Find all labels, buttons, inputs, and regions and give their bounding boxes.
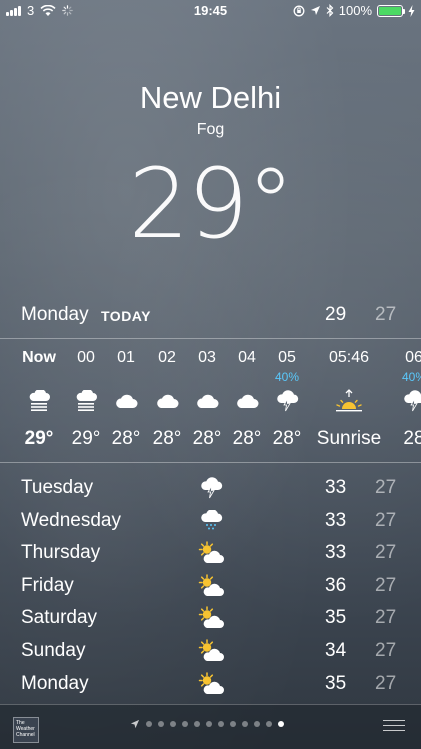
day-high: 36	[325, 574, 347, 596]
battery-percent: 100%	[338, 3, 372, 18]
page-dot[interactable]	[158, 721, 164, 727]
daily-row: Tuesday 33 27	[0, 472, 421, 505]
page-dot[interactable]	[218, 721, 224, 727]
day-low: 27	[375, 607, 397, 629]
divider	[0, 338, 421, 339]
partly-cloudy-icon	[196, 604, 226, 632]
city-list-icon[interactable]	[383, 720, 405, 734]
page-dot[interactable]	[254, 721, 260, 727]
rain-cloud-icon	[196, 507, 226, 535]
day-name: Tuesday	[21, 477, 94, 498]
daily-row: Monday 35 27	[0, 668, 421, 701]
daily-row: Friday 36 27	[0, 570, 421, 603]
day-high: 35	[325, 672, 347, 694]
city-name: New Delhi	[139, 80, 282, 115]
page-dot[interactable]	[194, 721, 200, 727]
daily-row: Sunday 34 27	[0, 635, 421, 668]
precip-chance: 40%	[401, 370, 421, 384]
page-dot[interactable]	[266, 721, 272, 727]
divider	[0, 462, 421, 463]
page-dot[interactable]	[230, 721, 236, 727]
status-bar: 3 19:45 100%	[0, 0, 421, 22]
day-name: Saturday	[21, 607, 98, 629]
daily-row: Thursday 33 27	[0, 537, 421, 570]
day-high: 33	[325, 509, 347, 531]
hour-temp: 28°	[272, 428, 302, 449]
rotation-lock-icon	[293, 5, 305, 16]
day-name: Friday	[21, 574, 74, 596]
day-name: Wednesday	[21, 509, 121, 531]
today-high: 29	[325, 304, 347, 325]
daily-row: Saturday 35 27	[0, 602, 421, 635]
battery-icon	[377, 4, 405, 17]
partly-cloudy-icon	[196, 637, 226, 665]
sunrise-icon	[313, 386, 385, 416]
today-day-name: Monday	[21, 304, 89, 325]
hour-label: 05:46	[328, 349, 370, 366]
precip-chance: 40%	[274, 370, 300, 384]
day-name: Thursday	[21, 542, 101, 564]
page-dot[interactable]	[182, 721, 188, 727]
day-name: Monday	[21, 672, 89, 694]
day-low: 27	[375, 672, 397, 694]
day-high: 34	[325, 639, 347, 661]
thunderstorm-icon	[384, 386, 421, 416]
location-arrow-icon	[310, 6, 320, 15]
day-low: 27	[375, 542, 397, 564]
today-row: Monday TODAY 29 27	[0, 300, 421, 332]
hour-label: 05	[278, 349, 296, 366]
thunderstorm-icon	[257, 386, 317, 416]
hour-label: 06	[405, 349, 421, 366]
day-high: 35	[325, 607, 347, 629]
hourly-forecast-strip[interactable]: Now 29° 00 29° 01 28° 02 28° 03 28° 04 2…	[0, 340, 421, 462]
current-temperature: 29°	[128, 148, 294, 260]
daily-row: Wednesday 33 27	[0, 505, 421, 538]
bluetooth-icon	[326, 4, 334, 17]
day-low: 27	[375, 574, 397, 596]
day-low: 27	[375, 639, 397, 661]
partly-cloudy-icon	[196, 539, 226, 567]
day-low: 27	[375, 477, 397, 498]
today-tag: TODAY	[101, 308, 151, 324]
page-dot[interactable]	[242, 721, 248, 727]
partly-cloudy-icon	[196, 670, 226, 698]
daily-forecast-list[interactable]: Tuesday 33 27 Wednesday 33 27 Thursday 3…	[0, 472, 421, 700]
day-high: 33	[325, 477, 347, 498]
page-dot[interactable]	[146, 721, 152, 727]
partly-cloudy-icon	[196, 572, 226, 600]
charging-bolt-icon	[408, 4, 415, 17]
page-dot[interactable]	[278, 721, 284, 727]
current-condition: Fog	[196, 121, 225, 138]
page-indicator[interactable]	[130, 719, 284, 729]
day-low: 27	[375, 509, 397, 531]
weather-channel-logo[interactable]: The Weather Channel	[13, 717, 39, 743]
location-arrow-icon	[130, 719, 140, 729]
page-dot[interactable]	[170, 721, 176, 727]
page-dot[interactable]	[206, 721, 212, 727]
hour-temp: Sunrise	[316, 428, 382, 449]
thunderstorm-icon	[196, 474, 226, 502]
day-name: Sunday	[21, 639, 86, 661]
day-high: 33	[325, 542, 347, 564]
hour-temp: 28	[403, 428, 421, 449]
today-low: 27	[375, 304, 397, 325]
bottom-toolbar: The Weather Channel	[0, 704, 421, 749]
